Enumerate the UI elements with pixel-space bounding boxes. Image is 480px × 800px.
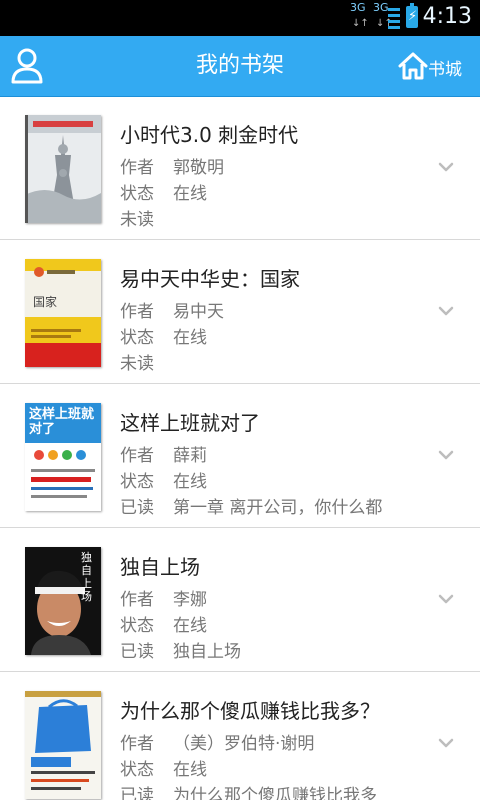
cover-text: 这样上班就对了: [29, 407, 95, 437]
network-type-2: 3G: [373, 1, 389, 14]
home-icon: [398, 52, 428, 80]
book-cover: [25, 115, 101, 223]
book-cover: 国家: [25, 259, 101, 367]
book-author: 作者 李娜: [120, 590, 207, 610]
book-author: 作者 薛莉: [120, 446, 207, 466]
book-row[interactable]: 国家 易中天中华史：国家 作者 易中天 状态 在线 未读: [0, 241, 480, 384]
app-header: 我的书架 书城: [0, 36, 480, 97]
book-row[interactable]: 这样上班就对了 这样上班就对了 作者 薛莉 状态 在线 已读 第一章 离开公司，你什么…: [0, 385, 480, 528]
book-cover: 独自上场: [25, 547, 101, 655]
book-author: 作者 易中天: [120, 302, 224, 322]
chevron-down-icon[interactable]: [438, 449, 454, 461]
book-progress: 未读: [120, 210, 154, 230]
book-progress: 已读 独自上场: [120, 642, 241, 662]
book-title: 为什么那个傻瓜赚钱比我多？: [120, 699, 380, 723]
book-title: 易中天中华史：国家: [120, 267, 300, 291]
bookshelf-list: 小时代3.0 刺金时代 作者 郭敬明 状态 在线 未读 国家 易中天中华史：国家 作…: [0, 97, 480, 800]
book-status: 状态 在线: [120, 184, 207, 204]
book-row[interactable]: 小时代3.0 刺金时代 作者 郭敬明 状态 在线 未读: [0, 97, 480, 240]
bookstore-label: 书城: [428, 60, 462, 80]
battery-icon: ⚡: [406, 3, 418, 28]
book-title: 独自上场: [120, 555, 200, 579]
data-activity-icon: ↓↑: [352, 18, 369, 29]
book-progress: 未读: [120, 354, 154, 374]
network-type-1: 3G: [350, 1, 366, 14]
book-status: 状态 在线: [120, 616, 207, 636]
signal-icon: [388, 6, 400, 30]
user-button[interactable]: [8, 42, 48, 90]
status-bar: 3G ↓↑ 3G ↓↑ ⚡ 4:13: [0, 0, 480, 36]
book-title: 小时代3.0 刺金时代: [120, 123, 299, 147]
book-status: 状态 在线: [120, 760, 207, 780]
book-status: 状态 在线: [120, 328, 207, 348]
chevron-down-icon[interactable]: [438, 593, 454, 605]
user-icon: [11, 48, 43, 84]
book-author: 作者 （美）罗伯特·谢明: [120, 734, 315, 754]
cover-text: 独自上场: [81, 551, 92, 603]
book-status: 状态 在线: [120, 472, 207, 492]
chevron-down-icon[interactable]: [438, 161, 454, 173]
bookstore-button[interactable]: 书城: [392, 42, 472, 90]
book-author: 作者 郭敬明: [120, 158, 224, 178]
book-row[interactable]: 独自上场 独自上场 作者 李娜 状态 在线 已读 独自上场: [0, 529, 480, 672]
cover-text: 国家: [33, 295, 58, 309]
book-cover: 这样上班就对了: [25, 403, 101, 511]
book-title: 这样上班就对了: [120, 411, 260, 435]
book-progress: 已读 第一章 离开公司，你什么都: [120, 498, 383, 518]
book-progress: 已读 为什么那个傻瓜赚钱比我多: [120, 786, 377, 800]
chevron-down-icon[interactable]: [438, 737, 454, 749]
clock: 4:13: [422, 4, 472, 29]
chevron-down-icon[interactable]: [438, 305, 454, 317]
book-cover: [25, 691, 101, 799]
book-row[interactable]: 为什么那个傻瓜赚钱比我多？ 作者 （美）罗伯特·谢明 状态 在线 已读 为什么那个傻瓜…: [0, 673, 480, 800]
